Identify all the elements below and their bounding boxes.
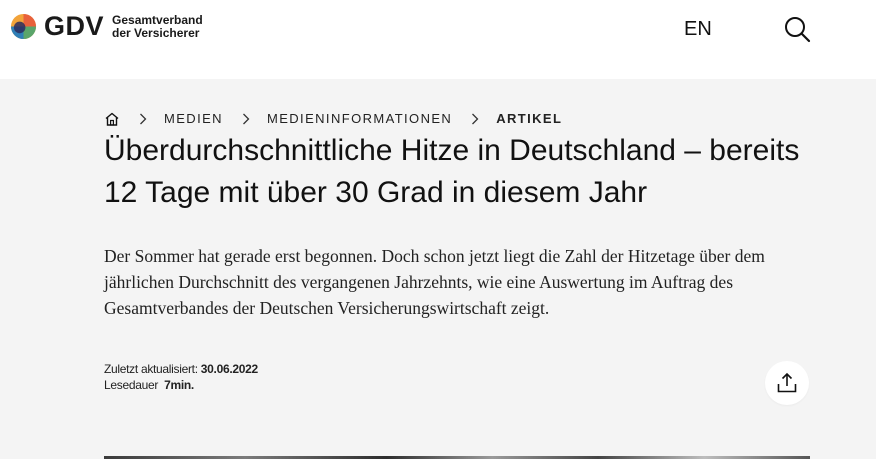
search-icon[interactable] [783, 15, 811, 43]
reading-time-row: Lesedauer 7min. [104, 377, 258, 393]
updated-label: Zuletzt aktualisiert: [104, 362, 198, 376]
article-meta: Zuletzt aktualisiert: 30.06.2022 Lesedau… [104, 361, 258, 393]
gdv-logo[interactable]: GDV Gesamtverband der Versicherer [10, 13, 203, 40]
breadcrumb-item-medien[interactable]: MEDIEN [164, 110, 223, 128]
share-button[interactable] [765, 361, 809, 405]
language-switch[interactable]: EN [684, 18, 712, 40]
logo-brand-text: GDV [44, 11, 105, 41]
chevron-right-icon [472, 113, 479, 125]
share-icon [777, 372, 797, 393]
article-lead: Der Sommer hat gerade erst begonnen. Doc… [104, 246, 765, 318]
breadcrumb-item-artikel: ARTIKEL [496, 111, 563, 126]
updated-date: 30.06.2022 [200, 362, 258, 376]
logo-subtitle: Gesamtverband der Versicherer [112, 12, 203, 40]
breadcrumb: MEDIEN MEDIENINFORMATIONEN ARTIKEL [104, 110, 562, 128]
article-title: Überdurchschnittliche Hitze in Deutschla… [104, 134, 800, 209]
gdv-logo-mark-icon [10, 13, 37, 40]
updated-row: Zuletzt aktualisiert: 30.06.2022 [104, 361, 258, 377]
home-icon[interactable] [104, 111, 120, 127]
logo-subtitle-line1: Gesamtverband [112, 12, 203, 27]
site-header: GDV Gesamtverband der Versicherer EN [0, 0, 876, 79]
chevron-right-icon [140, 113, 147, 125]
reading-time-label: Lesedauer [104, 378, 159, 392]
reading-time-value: 7min. [164, 378, 194, 392]
logo-subtitle-line2: der Versicherer [112, 25, 200, 40]
breadcrumb-item-medieninformationen[interactable]: MEDIENINFORMATIONEN [267, 110, 452, 128]
chevron-right-icon [243, 113, 250, 125]
